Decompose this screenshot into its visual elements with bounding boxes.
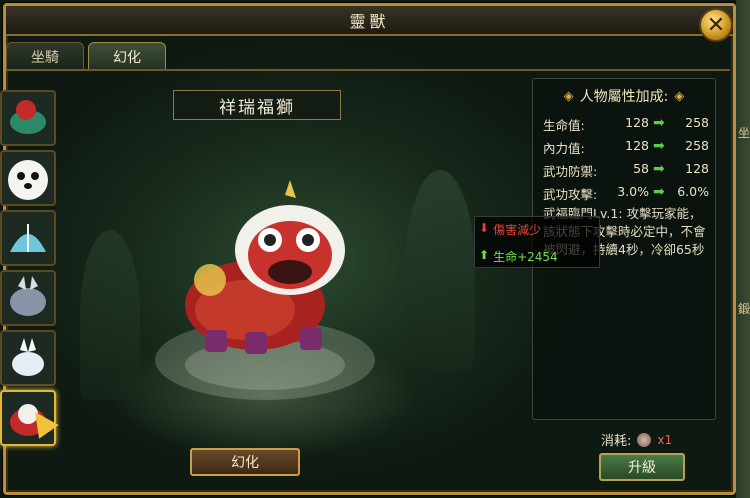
tooltip-line-damage: ⬇ 傷害減少	[479, 221, 541, 238]
stat-tooltip: ⬇ 傷害減少 ⬆ 生命+2454	[474, 216, 600, 268]
right-edge-text: 坐	[738, 126, 750, 140]
attribute-row-hp: 生命值: 128 ➡ 258	[543, 115, 715, 137]
right-edge-text: 鍛	[738, 302, 750, 316]
close-button[interactable]: ✕	[699, 8, 733, 42]
pet-list-item-blue-fan[interactable]	[0, 210, 56, 266]
right-arrow-icon: ➡	[653, 115, 665, 131]
tab-divider	[6, 69, 730, 71]
tab-transform[interactable]: 幻化	[88, 42, 166, 70]
red-dragon-icon	[10, 100, 46, 134]
tab-bar: 坐騎 幻化	[6, 42, 166, 70]
pet-list	[0, 88, 59, 498]
tab-label: 幻化	[113, 49, 141, 66]
title-bar: 靈獸 ✕	[6, 6, 733, 42]
attribute-row-attack: 武功攻擊: 3.0% ➡ 6.0%	[543, 184, 715, 206]
ornament-right-icon: ◈	[674, 88, 685, 104]
transform-button-label: 幻化	[231, 455, 259, 471]
tooltip-damage-text: 傷害減少	[493, 223, 542, 237]
up-arrow-icon: ⬆	[479, 248, 490, 262]
attribute-label: 內力值:	[543, 141, 585, 156]
right-arrow-icon: ➡	[653, 138, 665, 154]
attribute-from: 128	[625, 115, 649, 130]
transform-button[interactable]: 幻化	[190, 448, 300, 476]
attribute-from: 128	[625, 138, 649, 153]
attribute-row-mp: 內力值: 128 ➡ 258	[543, 138, 715, 160]
tab-mount[interactable]: 坐騎	[6, 42, 84, 70]
close-icon: ✕	[706, 12, 726, 38]
pet-name-plate: 祥瑞福獅	[173, 90, 341, 120]
silver-beast-icon	[10, 276, 46, 316]
pet-list-item-silver-beast[interactable]	[0, 270, 56, 326]
upgrade-button[interactable]: 升級	[599, 453, 685, 481]
material-coin-icon	[637, 432, 652, 447]
tab-label: 坐騎	[31, 49, 59, 66]
pet-name: 祥瑞福獅	[219, 97, 295, 118]
consume-cost: 消耗: x1	[601, 430, 672, 449]
tooltip-line-hp: ⬆ 生命+2454	[479, 248, 558, 265]
attribute-from: 3.0%	[617, 184, 649, 199]
attribute-header-label: 人物屬性加成:	[579, 89, 669, 105]
attribute-to: 6.0%	[677, 184, 709, 199]
attribute-label: 武功攻擊:	[543, 187, 598, 202]
upgrade-button-label: 升級	[628, 460, 656, 476]
right-arrow-icon: ➡	[653, 184, 665, 200]
pet-list-item-red-dragon[interactable]	[0, 90, 56, 146]
consume-label: 消耗:	[601, 434, 632, 449]
attribute-from: 58	[633, 161, 649, 176]
background-right-edge	[736, 0, 750, 498]
attribute-label: 生命值:	[543, 118, 585, 133]
attribute-header: ◈ 人物屬性加成: ◈	[533, 85, 715, 107]
consume-qty: x1	[657, 432, 673, 447]
attribute-to: 258	[685, 115, 709, 130]
ornament-left-icon: ◈	[563, 88, 574, 104]
down-arrow-icon: ⬇	[479, 221, 490, 235]
attribute-to: 128	[685, 161, 709, 176]
right-arrow-icon: ➡	[653, 161, 665, 177]
panda-icon	[8, 160, 48, 200]
attribute-label: 武功防禦:	[543, 164, 598, 179]
pet-list-item-panda[interactable]	[0, 150, 56, 206]
blue-fan-icon	[10, 224, 46, 252]
pet-list-item-white-wolf[interactable]	[0, 330, 56, 386]
attribute-to: 258	[685, 138, 709, 153]
attribute-row-defense: 武功防禦: 58 ➡ 128	[543, 161, 715, 183]
tooltip-hp-text: 生命+2454	[493, 250, 558, 264]
window-title: 靈獸	[349, 12, 390, 31]
white-wolf-icon	[12, 338, 44, 376]
